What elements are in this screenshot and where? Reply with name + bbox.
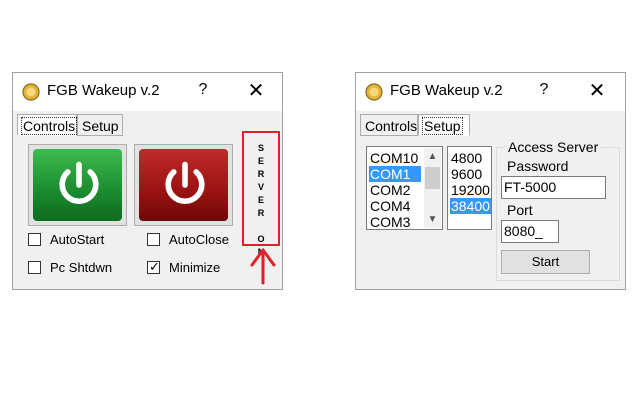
- window-title: FGB Wakeup v.2: [47, 82, 160, 99]
- help-button[interactable]: ?: [193, 81, 213, 99]
- list-item[interactable]: 19200: [450, 182, 491, 198]
- port-label: Port: [507, 202, 533, 218]
- tab-setup[interactable]: Setup: [418, 114, 470, 136]
- power-icon: [59, 161, 99, 205]
- com-port-list[interactable]: COM10 COM1 COM2 COM4 COM3 ▲ ▼: [366, 146, 443, 230]
- app-icon: [365, 83, 383, 101]
- close-button[interactable]: ✕: [245, 78, 267, 103]
- power-on-button[interactable]: [28, 144, 127, 226]
- close-button[interactable]: ✕: [586, 78, 608, 103]
- autoclose-checkbox[interactable]: AutoClose: [147, 232, 242, 248]
- app-icon: [22, 83, 40, 101]
- access-server-group: Access Server Password FT-5000 Port 8080…: [496, 139, 620, 281]
- title-bar[interactable]: FGB Wakeup v.2 ? ✕: [356, 73, 625, 111]
- tab-controls[interactable]: Controls: [17, 114, 78, 136]
- scrollbar[interactable]: ▲ ▼: [424, 148, 441, 228]
- tab-setup[interactable]: Setup: [77, 114, 123, 136]
- wakeup-window-setup: FGB Wakeup v.2 ? ✕ Controls Setup COM10 …: [355, 72, 626, 290]
- list-item[interactable]: 9600: [450, 166, 483, 182]
- list-item[interactable]: 38400: [450, 198, 491, 214]
- server-status-indicator: SERVER ON: [242, 131, 280, 257]
- window-title: FGB Wakeup v.2: [390, 82, 503, 99]
- list-item[interactable]: 4800: [450, 150, 483, 166]
- checkbox-box: [147, 233, 160, 246]
- scrollbar-thumb[interactable]: [425, 167, 440, 189]
- list-item[interactable]: COM10: [369, 150, 419, 166]
- arrow-up-icon: [250, 248, 276, 285]
- tab-strip: Controls Setup: [17, 114, 277, 136]
- list-item[interactable]: COM3: [369, 214, 411, 230]
- list-item[interactable]: COM4: [369, 198, 411, 214]
- tab-controls[interactable]: Controls: [360, 114, 418, 136]
- checkmark-icon: ✓: [149, 259, 160, 274]
- power-off-face: [139, 149, 228, 221]
- autostart-checkbox[interactable]: AutoStart: [28, 232, 123, 248]
- checkbox-box: [28, 233, 41, 246]
- title-bar[interactable]: FGB Wakeup v.2 ? ✕: [13, 73, 282, 111]
- server-status-text: SERVER ON: [257, 143, 265, 257]
- tab-strip: Controls Setup: [360, 114, 620, 136]
- chevron-down-icon[interactable]: ▼: [424, 211, 441, 228]
- power-off-button[interactable]: [134, 144, 233, 226]
- chevron-up-icon[interactable]: ▲: [424, 148, 441, 165]
- start-button[interactable]: Start: [501, 250, 590, 274]
- group-legend: Access Server: [505, 139, 602, 155]
- minimize-checkbox[interactable]: ✓ Minimize: [147, 259, 242, 276]
- help-button[interactable]: ?: [534, 81, 554, 99]
- password-label: Password: [507, 158, 569, 174]
- password-field[interactable]: FT-5000: [501, 176, 606, 199]
- power-on-face: [33, 149, 122, 221]
- list-item[interactable]: COM1: [369, 166, 421, 182]
- checkbox-box: ✓: [147, 259, 160, 274]
- list-item[interactable]: COM2: [369, 182, 411, 198]
- baud-rate-list[interactable]: 4800 9600 19200 38400: [447, 146, 492, 230]
- wakeup-window-controls: FGB Wakeup v.2 ? ✕ Controls Setup AutoSt…: [12, 72, 283, 290]
- port-field[interactable]: 8080_: [501, 220, 559, 243]
- power-icon: [165, 161, 205, 205]
- pc-shutdown-checkbox[interactable]: Pc Shtdwn: [28, 260, 123, 276]
- checkbox-box: [28, 261, 41, 274]
